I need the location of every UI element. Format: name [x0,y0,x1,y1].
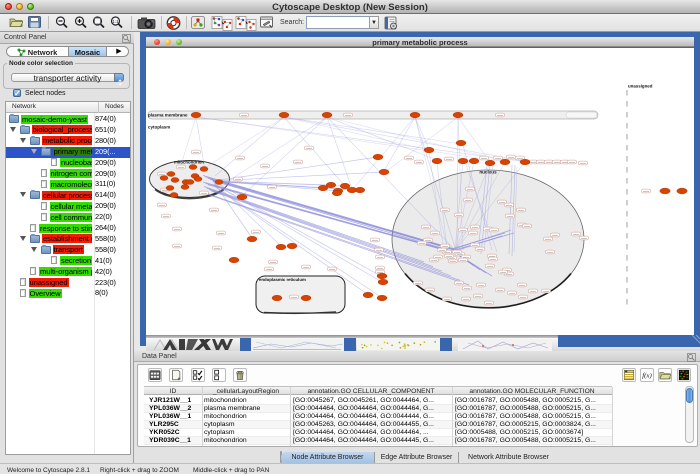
svg-text:unassigned: unassigned [628,84,653,89]
svg-text:mitochondrion: mitochondrion [174,160,204,165]
svg-text:plasma membrane: plasma membrane [148,113,188,118]
svg-text:cytoplasm: cytoplasm [148,125,170,130]
svg-text:endoplasmic reticulum: endoplasmic reticulum [259,277,306,282]
svg-text:nucleus: nucleus [479,170,497,175]
svg-text:1:1: 1:1 [112,19,119,24]
svg-text:f(x): f(x) [642,372,652,380]
